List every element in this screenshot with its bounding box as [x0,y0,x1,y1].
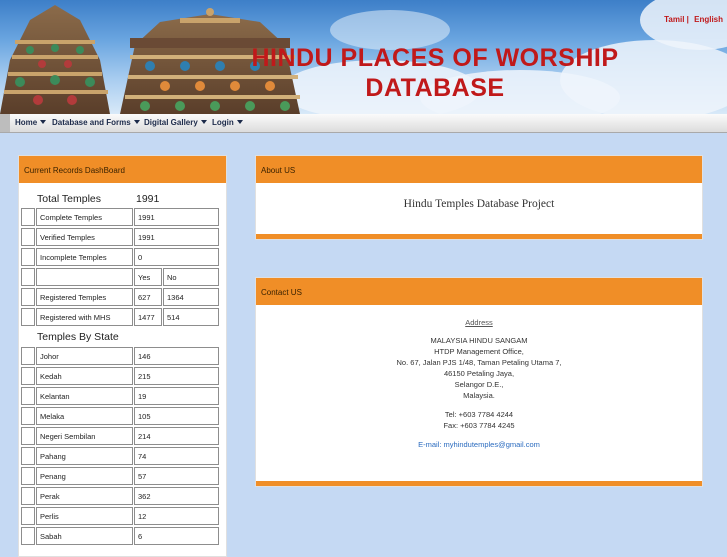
menu-home-label: Home [15,118,38,127]
state-name-cell: Sabah [36,527,133,545]
main-menu-bar: Home Database and Forms Digital Gallery … [0,114,727,133]
fax: Fax: +603 7784 4245 [443,421,515,430]
row-marker-cell [21,208,35,226]
menu-login[interactable]: Login [212,118,243,127]
row-marker-cell [21,268,35,286]
row-marker-cell [21,387,35,405]
row-marker-cell [21,487,35,505]
total-temples-label: Total Temples [37,193,102,205]
row-marker-cell [21,467,35,485]
address-line: No. 67, Jalan PJS 1/48, Taman Petaling U… [396,358,562,367]
chevron-down-icon [40,120,47,124]
total-temples-value: 1991 [136,193,160,205]
row-marker-cell [21,407,35,425]
state-name-cell: Perlis [36,507,133,525]
stat-value-cell: 1991 [134,208,219,226]
state-name-cell: Kedah [36,367,133,385]
stat-label-cell: Verified Temples [36,228,133,246]
row-marker-cell [21,228,35,246]
stat-label-cell: Registered with MHS [36,308,133,326]
stat-value-b-cell: 1364 [163,288,219,306]
header-banner: HINDU PLACES OF WORSHIP DATABASE Tamil |… [0,0,727,114]
state-count-cell: 19 [134,387,219,405]
site-title-line-1: HINDU PLACES OF WORSHIP [251,44,619,72]
row-marker-cell [21,447,35,465]
contact-us-footer-bar [256,481,702,486]
menu-digital-gallery-label: Digital Gallery [144,118,198,127]
state-count-cell: 74 [134,447,219,465]
chevron-down-icon [236,120,243,124]
row-marker-cell [21,427,35,445]
chevron-down-icon [133,120,140,124]
menu-digital-gallery[interactable]: Digital Gallery [144,118,207,127]
chevron-down-icon [200,120,207,124]
stat-value-cell: 627 [134,288,162,306]
temples-by-state-heading: Temples By State [37,331,119,343]
stat-label-cell: Complete Temples [36,208,133,226]
state-count-cell: 214 [134,427,219,445]
row-marker-cell [21,347,35,365]
menu-database-forms[interactable]: Database and Forms [52,118,140,127]
stat-value-b-cell: No [163,268,219,286]
state-count-cell: 362 [134,487,219,505]
menu-home[interactable]: Home [15,118,47,127]
stat-value-cell: 1477 [134,308,162,326]
site-title-line-2: DATABASE [365,74,505,102]
row-marker-cell [21,248,35,266]
state-name-cell: Penang [36,467,133,485]
state-count-cell: 12 [134,507,219,525]
state-name-cell: Perak [36,487,133,505]
stat-label-cell: Registered Temples [36,288,133,306]
address-line: Selangor D.E., [454,380,504,389]
stat-value-b-cell: 514 [163,308,219,326]
address-line: Malaysia. [463,391,495,400]
about-us-header: About US [256,156,702,183]
about-us-text: Hindu Temples Database Project [403,198,555,210]
about-us-panel: About US Hindu Temples Database Project [255,155,703,240]
address-line: HTDP Management Office, [434,347,524,356]
address-heading: Address [465,318,493,327]
about-us-footer-bar [256,234,702,239]
state-count-cell: 57 [134,467,219,485]
row-marker-cell [21,527,35,545]
stat-value-cell: Yes [134,268,162,286]
records-dashboard-panel: Current Records DashBoard Total Temples … [18,155,227,557]
state-name-cell: Negeri Sembilan [36,427,133,445]
row-marker-cell [21,507,35,525]
contact-body: Address MALAYSIA HINDU SANGAM HTDP Manag… [256,317,702,450]
lang-english-link[interactable]: English [694,15,723,24]
lang-tamil-link[interactable]: Tamil | [664,15,689,24]
stat-value-cell: 0 [134,248,219,266]
state-name-cell: Johor [36,347,133,365]
state-count-cell: 215 [134,367,219,385]
dashboard-header: Current Records DashBoard [19,156,226,183]
row-marker-cell [21,288,35,306]
language-switcher: Tamil | English [661,15,723,24]
contact-us-panel: Contact US Address MALAYSIA HINDU SANGAM… [255,277,703,487]
state-count-cell: 6 [134,527,219,545]
state-name-cell: Pahang [36,447,133,465]
address-line: MALAYSIA HINDU SANGAM [430,336,528,345]
menu-grip [0,114,10,132]
telephone: Tel: +603 7784 4244 [444,410,514,419]
state-name-cell: Kelantan [36,387,133,405]
email-link[interactable]: E-mail: myhindutemples@gmail.com [256,439,702,450]
menu-login-label: Login [212,118,234,127]
address-line: 46150 Petaling Jaya, [443,369,515,378]
state-count-cell: 105 [134,407,219,425]
stat-label-cell [36,268,133,286]
row-marker-cell [21,308,35,326]
menu-database-forms-label: Database and Forms [52,118,131,127]
state-count-cell: 146 [134,347,219,365]
state-name-cell: Melaka [36,407,133,425]
stat-label-cell: Incomplete Temples [36,248,133,266]
row-marker-cell [21,367,35,385]
stat-value-cell: 1991 [134,228,219,246]
contact-us-header: Contact US [256,278,702,305]
